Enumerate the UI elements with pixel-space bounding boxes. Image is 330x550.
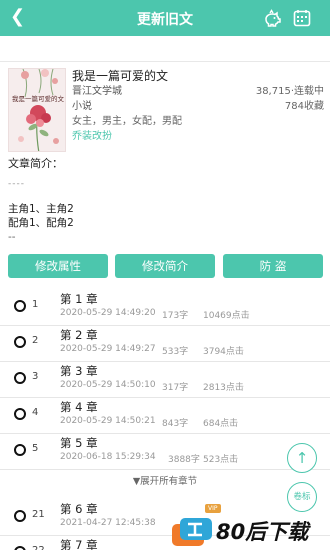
chapter-title[interactable]: 第 1 章	[60, 291, 98, 307]
intro-line-2: 配角1、配角2	[8, 217, 74, 229]
chapter-number: 22	[32, 545, 45, 550]
watermark: 80后下载	[170, 512, 330, 550]
chapter-number: 3	[32, 371, 39, 382]
header-spacer	[0, 36, 330, 62]
chapter-radio[interactable]	[14, 408, 26, 420]
roll-label-button[interactable]: 卷标	[287, 482, 317, 512]
top-bar: ❮ 更新旧文	[0, 0, 330, 36]
chapter-radio[interactable]	[14, 546, 26, 550]
chapter-title[interactable]: 第 3 章	[60, 363, 98, 379]
chapter-number: 5	[32, 443, 39, 454]
watermark-logo-icon	[172, 518, 212, 546]
chapter-radio[interactable]	[14, 372, 26, 384]
chapter-clicks: 3794点击	[203, 347, 244, 357]
chapter-radio[interactable]	[14, 336, 26, 348]
chapter-title[interactable]: 第 5 章	[60, 435, 98, 451]
chapter-words: 3888字	[168, 455, 200, 465]
chapter-number: 1	[32, 299, 39, 310]
chapter-words: 317字	[162, 383, 189, 393]
intro-line-1: 主角1、主角2	[8, 203, 74, 215]
chapter-clicks: 523点击	[203, 455, 239, 465]
chapter-clicks: 10469点击	[203, 311, 250, 321]
chapter-time: 2020-05-29 14:50:21	[60, 416, 156, 426]
expand-all-chapters[interactable]: ▼展开所有章节	[0, 472, 330, 492]
watermark-text: 80后下载	[216, 520, 309, 544]
piggy-bank-icon[interactable]	[262, 8, 282, 28]
book-stats: 38,715·连载中	[255, 86, 324, 97]
anti-theft-button[interactable]: 防 盗	[223, 254, 323, 278]
chapter-title[interactable]: 第 6 章	[60, 501, 98, 517]
info-row-type: 小说 784收藏	[72, 99, 324, 114]
book-favorites: 784收藏	[284, 101, 324, 112]
chapter-row[interactable]: 5 第 5 章 2020-06-18 15:29:34 3888字 523点击	[0, 434, 330, 470]
chapter-words: 173字	[162, 311, 189, 321]
chapter-words: 533字	[162, 347, 189, 357]
dress-link[interactable]: 乔装改扮	[72, 129, 324, 144]
info-row-site: 晋江文学城 38,715·连载中	[72, 84, 324, 99]
chapter-row[interactable]: 4 第 4 章 2020-05-29 14:50:21 843字 684点击	[0, 398, 330, 434]
calendar-icon[interactable]	[292, 8, 312, 28]
chapter-row[interactable]: 1 第 1 章 2020-05-29 14:49:20 173字 10469点击	[0, 290, 330, 326]
edit-props-button[interactable]: 修改属性	[8, 254, 108, 278]
chapter-time: 2020-05-29 14:50:10	[60, 380, 156, 390]
intro-section: 文章简介： ---- 主角1、主角2 配角1、配角2 --	[8, 155, 324, 244]
cover-flowers-icon	[18, 69, 59, 151]
chapter-title[interactable]: 第 7 章	[60, 537, 98, 550]
chapter-clicks: 2813点击	[203, 383, 244, 393]
chapter-time: 2020-05-29 14:49:20	[60, 308, 156, 318]
chapter-row[interactable]: 3 第 3 章 2020-05-29 14:50:10 317字 2813点击	[0, 362, 330, 398]
chapter-words: 843字	[162, 419, 189, 429]
intro-heading: 文章简介：	[8, 157, 63, 170]
chapter-clicks: 684点击	[203, 419, 239, 429]
chapter-title[interactable]: 第 2 章	[60, 327, 98, 343]
arrow-up-icon: ↑	[295, 449, 309, 467]
edit-intro-button[interactable]: 修改简介	[115, 254, 215, 278]
action-buttons: 修改属性 修改简介 防 盗	[8, 254, 324, 278]
book-roles: 女主，男主，女配，男配	[72, 116, 182, 127]
chapter-time: 2021-04-27 12:45:38	[60, 518, 156, 528]
scroll-top-button[interactable]: ↑	[287, 443, 317, 473]
chapter-number: 2	[32, 335, 39, 346]
chapter-radio[interactable]	[14, 510, 26, 522]
book-site: 晋江文学城	[72, 86, 122, 97]
book-info: 我是一篇可爱的文 晋江文学城 38,715·连载中 小说 784收藏 女主，男主…	[72, 68, 324, 144]
book-type: 小说	[72, 101, 92, 112]
chapter-radio[interactable]	[14, 444, 26, 456]
chapter-time: 2020-05-29 14:49:27	[60, 344, 156, 354]
chapter-row[interactable]: 2 第 2 章 2020-05-29 14:49:27 533字 3794点击	[0, 326, 330, 362]
intro-dashes: ----	[8, 179, 25, 189]
intro-dashes-2: --	[8, 231, 16, 243]
chapter-title[interactable]: 第 4 章	[60, 399, 98, 415]
cover-title-text: 我是一篇可爱的文	[12, 95, 64, 103]
book-title: 我是一篇可爱的文	[72, 69, 169, 83]
chapter-number: 21	[32, 509, 45, 520]
chapter-time: 2020-06-18 15:29:34	[60, 452, 156, 462]
book-cover[interactable]: 我是一篇可爱的文	[8, 68, 66, 152]
chapter-radio[interactable]	[14, 300, 26, 312]
chapter-number: 4	[32, 407, 39, 418]
